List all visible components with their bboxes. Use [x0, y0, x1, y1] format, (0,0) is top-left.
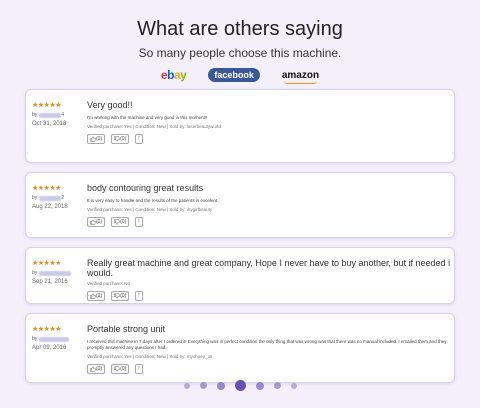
- not-helpful-button[interactable]: (0): [111, 291, 130, 301]
- review-card: ★★★★★ by 4 Oct 31, 2018 Very good!! I'm w…: [25, 89, 455, 163]
- report-button[interactable]: !: [135, 291, 143, 301]
- review-body: Really great machine and great company, …: [82, 248, 454, 303]
- review-text: I'm working with the machine and very go…: [87, 115, 208, 120]
- review-text: It is very easy to handle and the result…: [87, 198, 218, 203]
- review-actions: (0) (0) !: [87, 217, 454, 227]
- facebook-logo[interactable]: facebook: [208, 68, 260, 82]
- amazon-logo[interactable]: amazon: [282, 70, 319, 84]
- username-suffix: 2: [61, 195, 65, 201]
- username-blurred: [39, 336, 70, 342]
- pagination-dot[interactable]: [183, 382, 190, 389]
- verified-purchase-info: Verified purchase: Yes | Condition: New …: [87, 354, 213, 359]
- pagination-dot[interactable]: [199, 382, 207, 389]
- review-date: Sep 21, 2016: [32, 279, 68, 285]
- username-blurred: [39, 270, 72, 276]
- review-body: Portable strong unit I received this mac…: [82, 314, 454, 382]
- by-label: by: [32, 336, 38, 342]
- review-actions: (0) (0) !: [87, 134, 454, 144]
- brand-logos: ebay facebook amazon: [0, 68, 480, 84]
- review-title: body contouring great results: [87, 183, 204, 193]
- rating-stars: ★★★★★: [32, 185, 61, 192]
- report-button[interactable]: !: [135, 364, 143, 374]
- review-title: Really great machine and great company, …: [87, 258, 451, 278]
- rating-stars: ★★★★★: [32, 102, 61, 109]
- pagination-dot[interactable]: [273, 382, 281, 389]
- review-text: I received this machine in 7 days after …: [87, 339, 447, 350]
- not-helpful-button[interactable]: (0): [111, 217, 130, 227]
- not-helpful-button[interactable]: (0): [111, 134, 130, 144]
- rating-stars: ★★★★★: [32, 260, 61, 267]
- review-meta: ★★★★★ by Sep 21, 2016: [26, 248, 82, 303]
- review-body: body contouring great results It is very…: [82, 173, 454, 237]
- username-blurred: [39, 112, 62, 118]
- pagination-dot[interactable]: [234, 380, 246, 391]
- review-meta: ★★★★★ by 4 Oct 31, 2018: [26, 90, 82, 162]
- ebay-logo[interactable]: ebay: [161, 68, 187, 82]
- verified-purchase-info: Verified purchase: No: [87, 281, 131, 286]
- reviews-list: ★★★★★ by 4 Oct 31, 2018 Very good!! I'm w…: [25, 89, 455, 392]
- review-card: ★★★★★ by Sep 21, 2016 Really great machi…: [25, 247, 455, 304]
- by-label: by: [32, 112, 38, 118]
- review-title: Portable strong unit: [87, 324, 166, 334]
- verified-purchase-info: Verified purchase: Yes | Condition: New …: [87, 207, 213, 212]
- review-body: Very good!! I'm working with the machine…: [82, 90, 454, 162]
- by-label: by: [32, 195, 38, 201]
- header: What are others saying So many people ch…: [0, 0, 480, 84]
- report-button[interactable]: !: [135, 217, 143, 227]
- review-date: Aug 22, 2018: [32, 204, 68, 210]
- verified-purchase-info: Verified purchase: Yes | Condition: New …: [87, 124, 221, 129]
- page-subtitle: So many people choose this machine.: [138, 46, 342, 60]
- review-meta: ★★★★★ by Apr 09, 2016: [26, 314, 82, 382]
- helpful-button[interactable]: (0): [87, 291, 106, 301]
- helpful-button[interactable]: (0): [87, 134, 106, 144]
- review-title: Very good!!: [87, 100, 133, 110]
- username-suffix: 4: [61, 112, 65, 118]
- helpful-button[interactable]: (0): [87, 217, 106, 227]
- review-date: Oct 31, 2018: [32, 121, 67, 127]
- rating-stars: ★★★★★: [32, 326, 61, 333]
- pagination-dots: [0, 380, 480, 391]
- review-actions: (0) (0) !: [87, 364, 454, 374]
- review-card: ★★★★★ by Apr 09, 2016 Portable strong un…: [25, 313, 455, 383]
- helpful-button[interactable]: (0): [87, 364, 106, 374]
- pagination-dot[interactable]: [216, 381, 225, 390]
- by-label: by: [32, 270, 38, 276]
- pagination-dot[interactable]: [255, 381, 264, 390]
- review-meta: ★★★★★ by 2 Aug 22, 2018: [26, 173, 82, 237]
- page-title: What are others saying: [137, 18, 343, 40]
- pagination-dot[interactable]: [290, 382, 297, 389]
- review-date: Apr 09, 2016: [32, 345, 67, 351]
- review-card: ★★★★★ by 2 Aug 22, 2018 body contouring g…: [25, 172, 455, 238]
- report-button[interactable]: !: [135, 134, 143, 144]
- username-blurred: [39, 195, 62, 201]
- review-actions: (0) (0) !: [87, 291, 454, 301]
- not-helpful-button[interactable]: (0): [111, 364, 130, 374]
